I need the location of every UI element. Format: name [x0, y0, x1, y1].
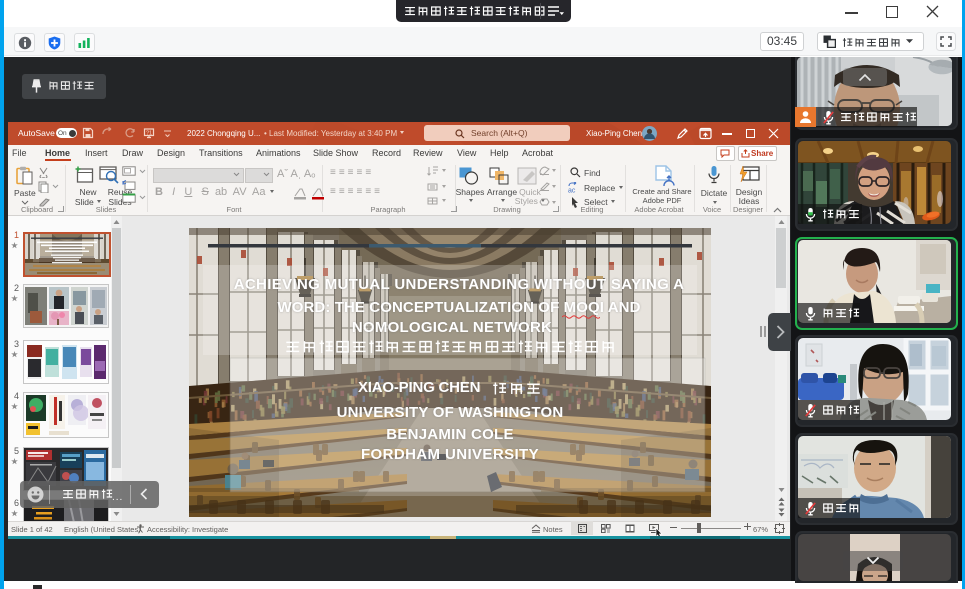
svg-text:ac: ac: [568, 188, 576, 194]
svg-text:?1: ?1: [146, 130, 152, 136]
